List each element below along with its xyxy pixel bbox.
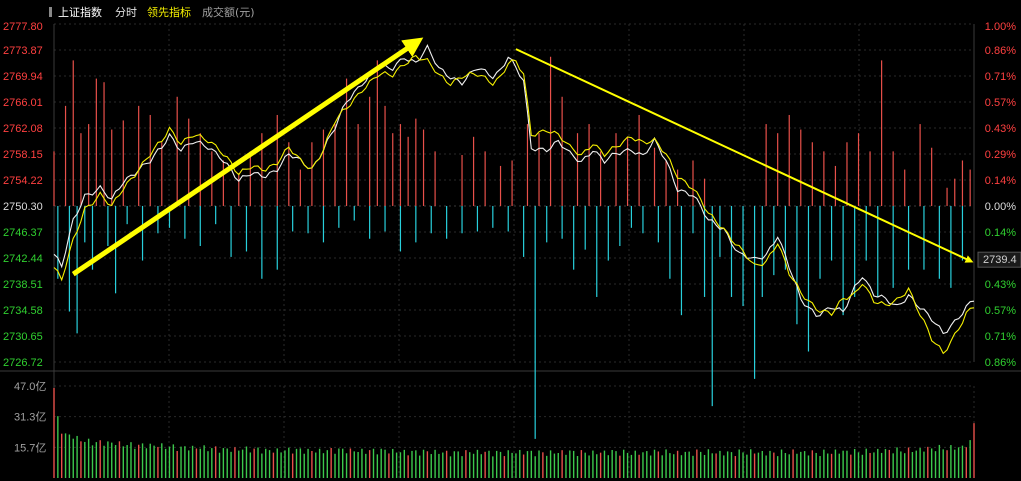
- y-tick-left: 2754.22: [3, 175, 43, 187]
- volume-tick: 15.7亿: [14, 441, 46, 454]
- y-tick-right: 0.71%: [985, 331, 1016, 343]
- volume-tick: 31.3亿: [14, 411, 46, 424]
- y-tick-right: 0.43%: [985, 123, 1016, 135]
- volume-tick: 47.0亿: [14, 380, 46, 393]
- y-tick-right: 0.14%: [985, 175, 1016, 187]
- axes: 2777.80 1.00% 2773.87 0.86% 2769.94 0.71% 2766…: [3, 21, 1021, 454]
- y-tick-right: 0.71%: [985, 71, 1016, 83]
- y-tick-right: 0.57%: [985, 97, 1016, 109]
- uptrend-arrow: [71, 37, 424, 277]
- tab-leading-indicator[interactable]: 领先指标: [147, 5, 191, 19]
- y-tick-right: 0.57%: [985, 305, 1016, 317]
- y-tick-left: 2750.30: [3, 201, 43, 213]
- y-tick-right: 0.14%: [985, 227, 1016, 239]
- y-tick-left: 2773.87: [3, 45, 43, 57]
- trend-arrows: [71, 37, 974, 277]
- y-tick-left: 2758.15: [3, 149, 43, 161]
- y-tick-right: 0.00%: [985, 201, 1016, 213]
- intraday-chart: 2777.80 1.00% 2773.87 0.86% 2769.94 0.71% 2766…: [0, 5, 1021, 478]
- change-bars: [53, 56, 971, 439]
- y-tick-right: 0.86%: [985, 357, 1016, 369]
- y-tick-left: 2730.65: [3, 331, 43, 343]
- y-tick-left: 2726.72: [3, 357, 43, 369]
- y-tick-right: 1.00%: [985, 21, 1016, 33]
- y-tick-left: 2738.51: [3, 279, 43, 291]
- tab-fenshi[interactable]: 分时: [115, 6, 137, 19]
- y-tick-right: 0.86%: [985, 45, 1016, 57]
- header-marker-icon: [49, 7, 52, 17]
- title: 上证指数: [58, 5, 102, 19]
- tab-volume-amount[interactable]: 成交额(元): [202, 5, 255, 19]
- y-tick-right: 0.43%: [985, 279, 1016, 291]
- y-tick-left: 2762.08: [3, 123, 43, 135]
- y-tick-left: 2746.37: [3, 227, 43, 239]
- grid: [0, 23, 1021, 478]
- chart-screen: 2777.80 1.00% 2773.87 0.86% 2769.94 0.71% 2766…: [0, 0, 1021, 481]
- y-tick-left: 2734.58: [3, 305, 43, 317]
- y-tick-left: 2742.44: [3, 253, 43, 265]
- y-tick-right: 0.29%: [985, 149, 1016, 161]
- current-price-label: 2739.4: [983, 254, 1017, 266]
- y-tick-left: 2777.80: [3, 21, 43, 33]
- y-tick-left: 2769.94: [3, 71, 43, 83]
- y-tick-left: 2766.01: [3, 97, 43, 109]
- chart-header: 上证指数 分时 领先指标 成交额(元): [49, 5, 255, 19]
